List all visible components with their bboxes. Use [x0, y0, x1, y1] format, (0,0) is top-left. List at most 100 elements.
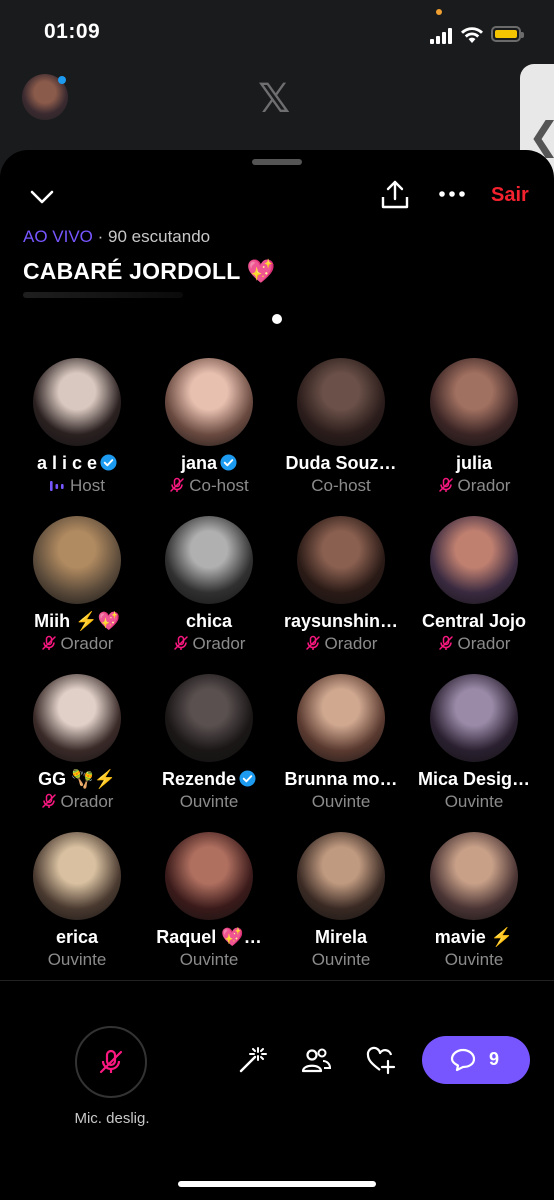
participant-name: Mica Desig… — [417, 769, 531, 789]
mic-off-icon — [41, 635, 56, 650]
participant-role: Host — [11, 475, 143, 496]
participant-name: raysunshin… — [283, 611, 399, 631]
verified-badge-icon — [100, 454, 117, 471]
participant-avatar[interactable] — [165, 674, 253, 762]
participant-card[interactable]: chica Orador — [143, 516, 275, 654]
speaking-bars-icon — [50, 481, 64, 491]
wifi-icon — [461, 27, 483, 43]
participant-role: Ouvinte — [311, 792, 371, 811]
participant-avatar[interactable] — [430, 516, 518, 604]
participant-avatar[interactable] — [33, 832, 121, 920]
participant-avatar[interactable] — [33, 358, 121, 446]
participant-role: Ouvinte — [444, 950, 504, 969]
participant-avatar[interactable] — [430, 358, 518, 446]
space-title-text: CABARÉ JORDOLL — [23, 258, 241, 284]
participant-card[interactable]: mavie ⚡️ Ouvinte — [408, 832, 540, 970]
participant-card[interactable]: a l i c e Host — [11, 358, 143, 496]
participant-card[interactable]: GG 🪇⚡️ Orador — [11, 674, 143, 812]
participant-name: jana — [143, 452, 275, 474]
participant-card[interactable]: Rezende Ouvinte — [143, 674, 275, 812]
live-label: AO VIVO — [23, 227, 93, 246]
listener-count: · 90 escutando — [97, 227, 211, 246]
participant-role: Ouvinte — [444, 792, 504, 811]
status-time: 01:09 — [44, 20, 101, 43]
live-status: AO VIVO · 90 escutando — [23, 227, 210, 247]
participant-card[interactable]: Central Jojo Orador — [408, 516, 540, 654]
participant-name: mavie ⚡️ — [434, 927, 514, 947]
participant-avatar[interactable] — [297, 832, 385, 920]
participant-role: Co-host — [143, 475, 275, 496]
participant-role: Orador — [11, 791, 143, 812]
participant-card[interactable]: julia Orador — [408, 358, 540, 496]
participant-card[interactable]: Miih ⚡️💖 Orador — [11, 516, 143, 654]
magic-wand-icon[interactable] — [236, 1044, 268, 1076]
page-indicator-dot — [272, 314, 282, 324]
chat-count: 9 — [489, 1049, 500, 1069]
participant-name: GG 🪇⚡️ — [38, 769, 116, 789]
privacy-indicator-dot — [436, 9, 442, 15]
participant-avatar[interactable] — [430, 674, 518, 762]
participant-avatar[interactable] — [165, 832, 253, 920]
more-options-icon[interactable] — [436, 180, 468, 208]
mic-off-icon — [41, 793, 56, 808]
notification-dot — [58, 76, 66, 84]
sheet-drag-handle[interactable] — [252, 159, 302, 165]
mic-off-icon — [438, 635, 453, 650]
participant-card[interactable]: erica Ouvinte — [11, 832, 143, 970]
verified-badge-icon — [239, 770, 256, 787]
participant-avatar[interactable] — [297, 358, 385, 446]
participant-role: Ouvinte — [311, 950, 371, 969]
participant-card[interactable]: Duda Souz… Co-host — [275, 358, 407, 496]
space-title-emoji: 💖 — [246, 258, 276, 284]
participant-role: Orador — [408, 633, 540, 654]
share-icon[interactable] — [378, 178, 412, 212]
mic-off-icon — [438, 477, 453, 492]
space-title[interactable]: CABARÉ JORDOLL 💖 — [23, 258, 276, 285]
participant-name: Brunna mo… — [284, 769, 398, 789]
chat-button[interactable]: 9 — [422, 1036, 530, 1084]
battery-icon — [491, 26, 524, 42]
verified-badge-icon — [220, 454, 237, 471]
participant-role: Orador — [11, 633, 143, 654]
participant-name: erica — [55, 927, 99, 947]
cellular-signal-icon — [430, 28, 454, 44]
participant-avatar[interactable] — [165, 358, 253, 446]
participant-name: Miih ⚡️💖 — [34, 611, 120, 631]
participant-avatar[interactable] — [33, 674, 121, 762]
participant-name: Rezende — [143, 768, 275, 790]
participant-avatar[interactable] — [165, 516, 253, 604]
chevron-down-icon[interactable] — [26, 180, 58, 212]
participant-name: Central Jojo — [421, 611, 527, 631]
participant-card[interactable]: jana Co-host — [143, 358, 275, 496]
participant-role: Orador — [275, 633, 407, 654]
participant-name: Duda Souz… — [285, 453, 397, 473]
participant-avatar[interactable] — [430, 832, 518, 920]
mic-off-icon — [173, 635, 188, 650]
participant-role: Orador — [143, 633, 275, 654]
chat-bubble-icon — [450, 1048, 476, 1072]
mic-off-icon — [305, 635, 320, 650]
heart-plus-icon[interactable] — [364, 1044, 396, 1076]
people-icon[interactable] — [300, 1044, 332, 1076]
participant-name: julia — [455, 453, 492, 473]
participant-role: Orador — [408, 475, 540, 496]
space-sheet: Sair AO VIVO · 90 escutando CABARÉ JORDO… — [0, 150, 554, 1200]
participant-role: Ouvinte — [179, 950, 239, 969]
home-indicator[interactable] — [178, 1181, 376, 1187]
mic-toggle-button[interactable] — [75, 1026, 147, 1098]
participant-avatar[interactable] — [33, 516, 121, 604]
mic-off-icon — [99, 1049, 123, 1074]
participant-name: a l i c e — [11, 452, 143, 474]
participant-avatar[interactable] — [297, 516, 385, 604]
participant-card[interactable]: Mirela Ouvinte — [275, 832, 407, 970]
leave-button[interactable]: Sair — [491, 184, 529, 207]
participant-card[interactable]: Mica Desig… Ouvinte — [408, 674, 540, 812]
participant-card[interactable]: Brunna mo… Ouvinte — [275, 674, 407, 812]
participant-card[interactable]: Raquel 💖… Ouvinte — [143, 832, 275, 970]
participant-role: Co-host — [311, 476, 371, 495]
participant-card[interactable]: raysunshin… Orador — [275, 516, 407, 654]
mic-off-icon — [170, 477, 184, 492]
faded-topic-row — [23, 292, 183, 298]
participant-avatar[interactable] — [297, 674, 385, 762]
footer-divider — [0, 980, 554, 981]
